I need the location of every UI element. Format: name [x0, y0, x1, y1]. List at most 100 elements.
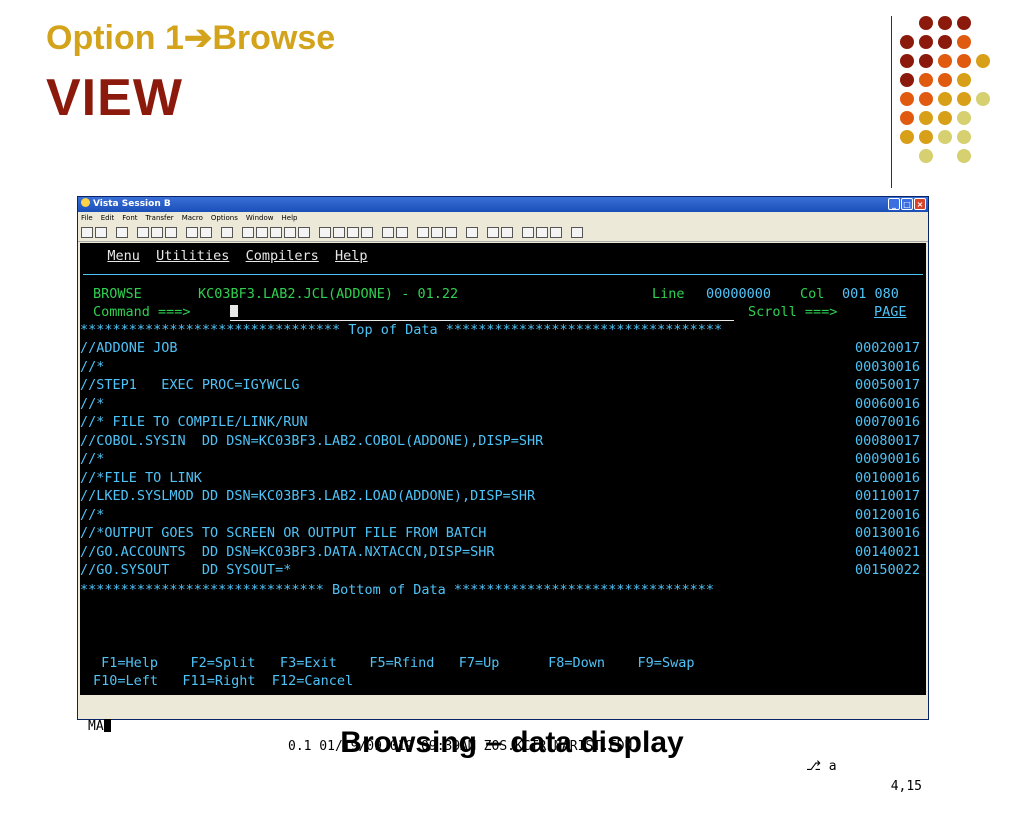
- data-line-number: 00080017: [854, 432, 920, 449]
- slide-subtitle: VIEW: [46, 69, 183, 127]
- data-line-text: //LKED.SYSLMOD DD DSN=KC03BF3.LAB2.LOAD(…: [80, 488, 536, 504]
- send-icon[interactable]: [382, 227, 394, 238]
- macro-1-icon[interactable]: [242, 227, 254, 238]
- paste-icon[interactable]: [165, 227, 177, 238]
- menu-transfer[interactable]: Transfer: [146, 214, 174, 222]
- menu-compilers[interactable]: Compilers: [246, 248, 319, 264]
- macro-4-icon[interactable]: [284, 227, 296, 238]
- settings-icon[interactable]: [501, 227, 513, 238]
- data-line-number: 00150022: [854, 562, 920, 578]
- data-line-text: //*OUTPUT GOES TO SCREEN OR OUTPUT FILE …: [80, 525, 487, 541]
- data-line-number: 00130016: [854, 525, 920, 541]
- help-icon[interactable]: [571, 227, 583, 238]
- cut-icon[interactable]: [137, 227, 149, 238]
- disconnect-icon[interactable]: [200, 227, 212, 238]
- data-line-text: //COBOL.SYSIN DD DSN=KC03BF3.LAB2.COBOL(…: [80, 432, 544, 449]
- macro-3-icon[interactable]: [270, 227, 282, 238]
- macro-5-icon[interactable]: [298, 227, 310, 238]
- open-icon[interactable]: [95, 227, 107, 238]
- menu-edit[interactable]: Edit: [101, 214, 115, 222]
- decorative-dot: [938, 111, 952, 125]
- menu-window[interactable]: Window: [246, 214, 274, 222]
- menu-bar: File Edit Font Transfer Macro Options Window He…: [78, 212, 928, 224]
- slide-title: Option 1➔Browse: [46, 19, 336, 57]
- menu-help[interactable]: Help: [282, 214, 298, 222]
- stop-icon[interactable]: [361, 227, 373, 238]
- cursor-position: 4,15: [890, 779, 922, 794]
- receive-icon[interactable]: [396, 227, 408, 238]
- decorative-dot: [938, 73, 952, 87]
- bottom-of-data: ****************************** Bottom of…: [80, 582, 714, 598]
- decorative-dot: [919, 54, 933, 68]
- copy-icon[interactable]: [151, 227, 163, 238]
- session-2-icon[interactable]: [431, 227, 443, 238]
- session-3-icon[interactable]: [445, 227, 457, 238]
- status-bar: MA 0.1 01/19/09.019 09:39AM ZOS.KCTR.MAR…: [80, 697, 926, 794]
- session-b-icon[interactable]: [536, 227, 548, 238]
- data-line-text: //*: [80, 395, 105, 412]
- data-line: //LKED.SYSLMOD DD DSN=KC03BF3.LAB2.LOAD(…: [80, 487, 922, 505]
- menu-file[interactable]: File: [81, 214, 93, 222]
- decorative-dot: [919, 149, 933, 163]
- function-keys-row-2[interactable]: F10=Left F11=Right F12=Cancel: [93, 672, 353, 690]
- dataset-name: KC03BF3.LAB2.JCL(ADDONE) - 01.22: [198, 286, 459, 302]
- data-line-number: 00070016: [854, 414, 920, 430]
- menu-separator: [83, 274, 923, 275]
- decorative-dot: [900, 92, 914, 106]
- data-line-number: 00030016: [854, 358, 920, 375]
- session-1-icon[interactable]: [417, 227, 429, 238]
- new-icon[interactable]: [81, 227, 93, 238]
- window-titlebar: Vista Session B _ □ ×: [78, 197, 928, 212]
- decorative-dot: [957, 73, 971, 87]
- data-line-text: //ADDONE JOB: [80, 340, 178, 356]
- decorative-dot: [938, 130, 952, 144]
- menu-font[interactable]: Font: [122, 214, 137, 222]
- data-line-number: 00140021: [854, 543, 920, 560]
- capture-icon[interactable]: [466, 227, 478, 238]
- command-input[interactable]: [230, 303, 238, 321]
- session-c-icon[interactable]: [550, 227, 562, 238]
- maximize-button[interactable]: □: [901, 198, 913, 210]
- connect-icon[interactable]: [186, 227, 198, 238]
- minimize-button[interactable]: _: [888, 198, 900, 210]
- menu-menu[interactable]: Menu: [107, 248, 140, 264]
- data-line: //COBOL.SYSIN DD DSN=KC03BF3.LAB2.COBOL(…: [80, 432, 922, 450]
- terminal-screen[interactable]: Menu Utilities Compilers Help BROWSE KC0…: [80, 243, 926, 695]
- divider-line: [891, 16, 892, 188]
- record-icon[interactable]: [319, 227, 331, 238]
- decorative-dot: [957, 149, 971, 163]
- play-icon[interactable]: [333, 227, 345, 238]
- scroll-value[interactable]: PAGE: [874, 303, 907, 321]
- data-line-text: //* FILE TO COMPILE/LINK/RUN: [80, 414, 308, 430]
- data-line: //STEP1 EXEC PROC=IGYWCLG 00050017: [80, 376, 922, 394]
- menu-utilities[interactable]: Utilities: [156, 248, 229, 264]
- close-button[interactable]: ×: [914, 198, 926, 210]
- decorative-dot: [957, 54, 971, 68]
- data-line: //*FILE TO LINK 00100016: [80, 469, 922, 487]
- decorative-dot: [976, 92, 990, 106]
- data-line-number: 00020017: [854, 340, 920, 356]
- decorative-dot: [919, 92, 933, 106]
- session-a-icon[interactable]: [522, 227, 534, 238]
- data-line-number: 00060016: [854, 395, 920, 412]
- status-mode: ⎇ a: [806, 759, 837, 774]
- data-line-number: 00120016: [854, 506, 920, 523]
- menu-options[interactable]: Options: [211, 214, 238, 222]
- menu-help-ispf[interactable]: Help: [335, 248, 368, 264]
- data-line-text: //*: [80, 358, 105, 375]
- decorative-dot: [957, 16, 971, 30]
- pause-icon[interactable]: [347, 227, 359, 238]
- data-line-text: //GO.ACCOUNTS DD DSN=KC03BF3.DATA.NXTACC…: [80, 543, 495, 560]
- print-icon[interactable]: [116, 227, 128, 238]
- keyboard-icon[interactable]: [487, 227, 499, 238]
- data-line: //* 00120016: [80, 506, 922, 524]
- function-keys-row-1[interactable]: F1=Help F2=Split F3=Exit F5=Rfind F7=Up …: [93, 654, 694, 672]
- data-line-number: 00100016: [854, 469, 920, 486]
- menu-macro[interactable]: Macro: [182, 214, 203, 222]
- undo-icon[interactable]: [221, 227, 233, 238]
- decorative-dot: [919, 111, 933, 125]
- command-label: Command ===>: [93, 304, 191, 320]
- data-line-text: //*: [80, 451, 105, 467]
- macro-2-icon[interactable]: [256, 227, 268, 238]
- data-line: //GO.ACCOUNTS DD DSN=KC03BF3.DATA.NXTACC…: [80, 543, 922, 561]
